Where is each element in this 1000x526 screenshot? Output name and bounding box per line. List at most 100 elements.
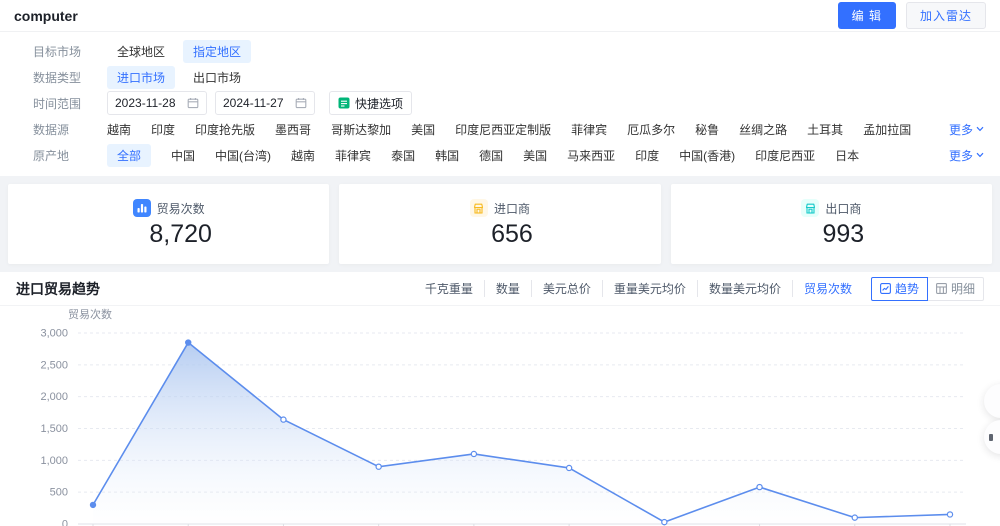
edit-button[interactable]: 编 辑 [838, 2, 896, 29]
trade-trend-line-chart: 3,0002,5002,0001,5001,0005000贸易次数2023-11… [16, 306, 984, 526]
filter-option[interactable]: 丝绸之路 [739, 118, 787, 141]
svg-text:3,000: 3,000 [40, 328, 68, 340]
metric-option[interactable]: 贸易次数 [792, 280, 863, 297]
metric-option[interactable]: 千克重量 [414, 280, 484, 297]
filter-option[interactable]: 厄瓜多尔 [627, 118, 675, 141]
page-title: computer [14, 8, 78, 24]
svg-text:1,500: 1,500 [40, 423, 68, 435]
filter-option[interactable]: 全球地区 [107, 40, 175, 63]
target-market-options: 全球地区指定地区 [107, 40, 251, 63]
data-source-options: 越南印度印度抢先版墨西哥哥斯达黎加美国印度尼西亚定制版菲律宾厄瓜多尔秘鲁丝绸之路… [107, 118, 911, 141]
start-date-input[interactable]: 2023-11-28 [107, 91, 207, 115]
more-label: 更多 [949, 147, 973, 164]
stat-cards: 贸易次数 8,720 进口商 656 [8, 184, 992, 264]
trend-chart: 3,0002,5002,0001,5001,0005000贸易次数2023-11… [0, 306, 1000, 526]
filter-panel: 目标市场 全球地区指定地区 数据类型 进口市场出口市场 时间范围 2023-11… [0, 32, 1000, 176]
stat-value: 993 [798, 220, 864, 249]
filter-option[interactable]: 出口市场 [183, 66, 251, 89]
chevron-down-icon [976, 126, 984, 132]
filter-option[interactable]: 马来西亚 [567, 144, 615, 167]
quick-calendar-icon [338, 97, 350, 109]
view-label: 趋势 [895, 280, 919, 297]
filter-row-time-range: 时间范围 2023-11-28 2024-11-27 [16, 90, 984, 116]
filter-option[interactable]: 印度尼西亚定制版 [455, 118, 551, 141]
svg-text:500: 500 [50, 487, 68, 499]
chevron-down-icon [976, 152, 984, 158]
filter-row-origin: 原产地 全部中国中国(台湾) 越南菲律宾泰国韩国德国美国马来西亚印度中国(香港) 印… [16, 142, 984, 168]
metric-option[interactable]: 数量美元均价 [697, 280, 792, 297]
stat-card-importers: 进口商 656 [339, 184, 660, 264]
stat-label: 贸易次数 [157, 200, 205, 217]
detail-view-button[interactable]: 明细 [927, 277, 984, 301]
stat-value: 656 [467, 220, 533, 249]
metric-toggle-list: 千克重量数量美元总价重量美元均价数量美元均价贸易次数 [414, 280, 863, 297]
floating-glyph [989, 434, 993, 441]
end-date-input[interactable]: 2024-11-27 [215, 91, 315, 115]
origin-options: 全部中国中国(台湾) 越南菲律宾泰国韩国德国美国马来西亚印度中国(香港) 印度尼西亚… [107, 144, 859, 167]
filter-label: 原产地 [33, 147, 91, 164]
metric-option[interactable]: 数量 [484, 280, 531, 297]
data-type-options: 进口市场出口市场 [107, 66, 251, 89]
filter-option[interactable]: 越南 [291, 144, 315, 167]
filter-option[interactable]: 墨西哥 [275, 118, 311, 141]
filter-option[interactable]: 泰国 [391, 144, 415, 167]
stat-label: 出口商 [825, 200, 861, 217]
bar-chart-icon [133, 199, 151, 217]
trend-header: 进口贸易趋势 千克重量数量美元总价重量美元均价数量美元均价贸易次数 趋势 明细 [0, 272, 1000, 306]
filter-option[interactable]: 日本 [835, 144, 859, 167]
filter-option[interactable]: 进口市场 [107, 66, 175, 89]
stat-card-exporters: 出口商 993 [671, 184, 992, 264]
filter-label: 时间范围 [33, 95, 91, 112]
trend-view-button[interactable]: 趋势 [871, 277, 928, 301]
stat-value: 8,720 [125, 220, 212, 249]
calendar-icon [295, 97, 307, 109]
origin-more-link[interactable]: 更多 [949, 147, 984, 164]
metric-option[interactable]: 重量美元均价 [602, 280, 697, 297]
add-to-radar-button[interactable]: 加入雷达 [906, 2, 986, 29]
filter-option[interactable]: 中国 [171, 144, 195, 167]
filter-option[interactable]: 哥斯达黎加 [331, 118, 391, 141]
svg-text:2,000: 2,000 [40, 391, 68, 403]
filter-option[interactable]: 印度 [151, 118, 175, 141]
svg-text:0: 0 [62, 519, 68, 526]
filter-option[interactable]: 德国 [479, 144, 503, 167]
filter-option[interactable]: 菲律宾 [335, 144, 371, 167]
filter-option[interactable]: 美国 [411, 118, 435, 141]
start-date-value: 2023-11-28 [115, 96, 176, 110]
filter-option[interactable]: 全部 [107, 144, 151, 167]
quick-select-button[interactable]: 快捷选项 [329, 91, 412, 115]
trend-icon [880, 283, 891, 294]
filter-option[interactable]: 孟加拉国 [863, 118, 911, 141]
filter-option[interactable]: 印度尼西亚 [755, 144, 815, 167]
filter-label: 目标市场 [33, 43, 91, 60]
filter-option[interactable]: 印度抢先版 [195, 118, 255, 141]
filter-option[interactable]: 指定地区 [183, 40, 251, 63]
svg-text:贸易次数: 贸易次数 [68, 307, 112, 321]
filter-option[interactable]: 土耳其 [807, 118, 843, 141]
filter-option[interactable]: 菲律宾 [571, 118, 607, 141]
filter-option[interactable]: 美国 [523, 144, 547, 167]
metric-option[interactable]: 美元总价 [531, 280, 602, 297]
top-actions: 编 辑 加入雷达 [838, 2, 986, 29]
filter-label: 数据源 [33, 121, 91, 138]
filter-row-data-source: 数据源 越南印度印度抢先版墨西哥哥斯达黎加美国印度尼西亚定制版菲律宾厄瓜多尔秘鲁… [16, 116, 984, 142]
trend-panel: 进口贸易趋势 千克重量数量美元总价重量美元均价数量美元均价贸易次数 趋势 明细 [0, 272, 1000, 526]
view-label: 明细 [951, 280, 975, 297]
filter-option[interactable]: 越南 [107, 118, 131, 141]
filter-option[interactable]: 印度 [635, 144, 659, 167]
filter-option[interactable]: 秘鲁 [695, 118, 719, 141]
end-date-value: 2024-11-27 [223, 96, 284, 110]
stat-label: 进口商 [494, 200, 530, 217]
data-source-more-link[interactable]: 更多 [949, 121, 984, 138]
stat-card-trade-count: 贸易次数 8,720 [8, 184, 329, 264]
calendar-icon [187, 97, 199, 109]
table-icon [936, 283, 947, 294]
exporter-store-icon [801, 199, 819, 217]
view-switch: 趋势 明细 [871, 277, 984, 301]
filter-option[interactable]: 韩国 [435, 144, 459, 167]
importer-store-icon [470, 199, 488, 217]
more-label: 更多 [949, 121, 973, 138]
filter-option[interactable]: 中国(台湾) [215, 144, 271, 167]
filter-option[interactable]: 中国(香港) [679, 144, 735, 167]
quick-select-label: 快捷选项 [355, 95, 403, 112]
